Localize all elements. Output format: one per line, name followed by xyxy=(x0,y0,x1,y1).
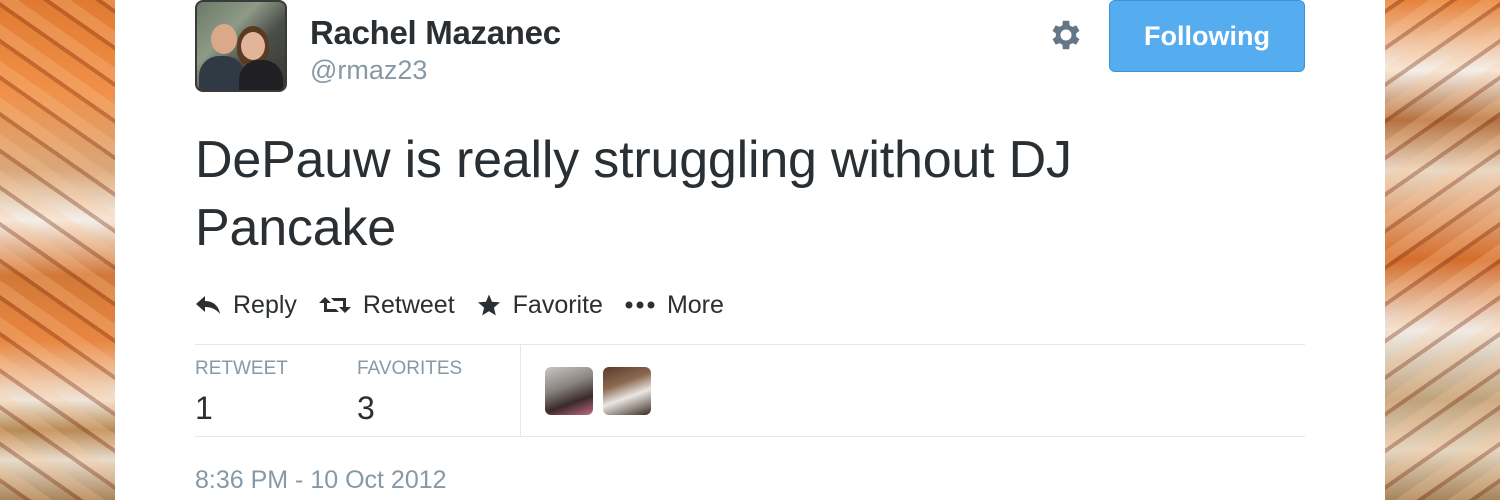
favoriter-avatar[interactable] xyxy=(545,367,593,415)
retweet-button[interactable]: Retweet xyxy=(318,290,455,320)
reply-label: Reply xyxy=(233,290,297,319)
gear-icon[interactable] xyxy=(1047,16,1085,54)
profile-avatar[interactable] xyxy=(195,0,287,92)
divider-top xyxy=(195,344,1305,345)
star-icon xyxy=(477,293,501,317)
retweet-icon xyxy=(318,294,351,316)
screen-name[interactable]: @rmaz23 xyxy=(310,55,427,86)
divider-bottom xyxy=(195,436,1305,437)
more-label: More xyxy=(666,290,724,319)
retweet-label: Retweet xyxy=(362,290,455,319)
tweet-card: Rachel Mazanec @rmaz23 Following DePauw … xyxy=(115,0,1385,500)
retweet-stat-label: RETWEET xyxy=(195,358,288,379)
background-pattern-right xyxy=(1385,0,1500,500)
reply-icon xyxy=(195,294,221,316)
background-pattern-left xyxy=(0,0,115,500)
favorites-stat-label: FAVORITES xyxy=(357,358,463,379)
favorite-label: Favorite xyxy=(512,290,603,319)
reply-button[interactable]: Reply xyxy=(195,291,297,320)
favorite-button[interactable]: Favorite xyxy=(477,291,603,320)
following-button[interactable]: Following xyxy=(1109,0,1305,72)
tweet-text: DePauw is really struggling without DJ P… xyxy=(195,131,1072,257)
tweet-actions: Reply Retweet Favorite More xyxy=(195,288,746,322)
more-dots-icon xyxy=(625,300,655,310)
favorites-stat[interactable]: FAVORITES 3 xyxy=(357,358,462,427)
favorites-count: 3 xyxy=(357,390,375,426)
retweet-count: 1 xyxy=(195,390,213,426)
display-name[interactable]: Rachel Mazanec xyxy=(310,14,561,52)
more-button[interactable]: More xyxy=(625,291,724,320)
retweet-stat[interactable]: RETWEET 1 xyxy=(195,358,288,427)
favoriter-avatar[interactable] xyxy=(603,367,651,415)
stats-divider xyxy=(520,344,521,436)
tweet-timestamp[interactable]: 8:36 PM - 10 Oct 2012 xyxy=(195,466,447,495)
